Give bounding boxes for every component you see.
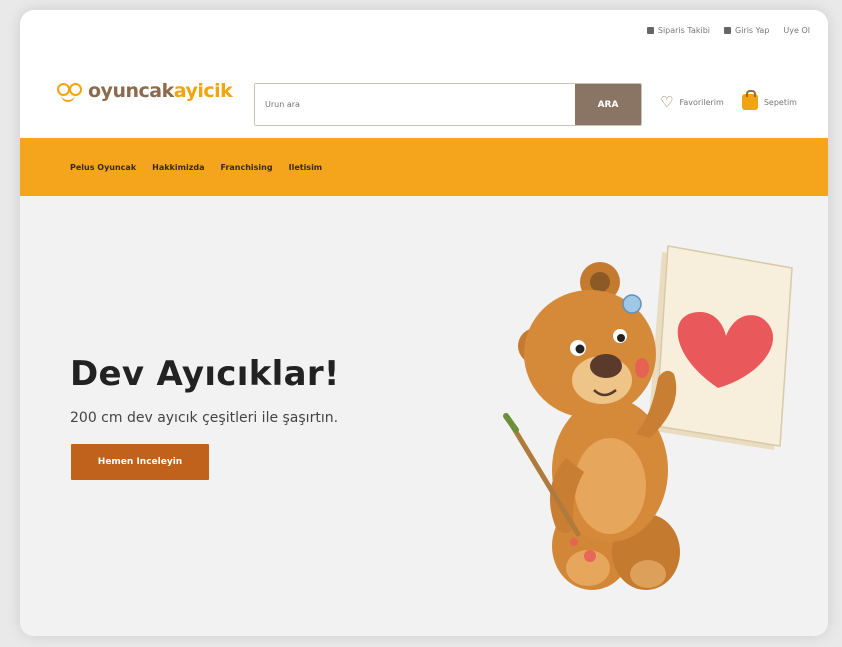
search-bar: ARA — [254, 83, 642, 126]
page-frame: Siparis Takibi Giris Yap Uye Ol oyuncaka… — [20, 10, 828, 636]
header-actions: ♡ Favorilerim Sepetim — [660, 90, 797, 111]
logo-face-icon — [56, 80, 82, 102]
header: oyuncakayicik ARA ♡ Favorilerim Sepetim — [20, 72, 828, 126]
login-link[interactable]: Giris Yap — [724, 26, 769, 35]
hero-subtitle: 200 cm dev ayıcık çeşitleri ile şaşırtın… — [70, 410, 339, 426]
truck-icon — [646, 27, 654, 34]
user-icon — [724, 27, 731, 34]
favorites-label: Favorilerim — [679, 97, 724, 107]
nav-item-pelus-oyuncak[interactable]: Pelus Oyuncak — [70, 163, 136, 172]
bear-figure — [503, 262, 680, 590]
main-nav: Pelus Oyuncak Hakkimizda Franchising Ile… — [20, 138, 828, 196]
cart-link[interactable]: Sepetim — [741, 90, 797, 110]
nav-item-iletisim[interactable]: Iletisim — [289, 163, 323, 172]
search-input[interactable] — [255, 84, 575, 125]
cart-label: Sepetim — [763, 97, 797, 107]
heart-card-image — [648, 245, 793, 450]
heart-icon: ♡ — [660, 92, 674, 111]
login-label: Giris Yap — [735, 26, 770, 35]
hero-cta-button[interactable]: Hemen Inceleyin — [71, 444, 209, 480]
search-button[interactable]: ARA — [575, 84, 641, 125]
site-logo[interactable]: oyuncakayicik — [56, 80, 233, 102]
hero-title: Dev Ayıcıklar! — [70, 354, 340, 394]
hero-banner: Dev Ayıcıklar! 200 cm dev ayıcık çeşitle… — [20, 196, 828, 636]
nav-item-hakkimizda[interactable]: Hakkimizda — [152, 163, 204, 172]
register-link[interactable]: Uye Ol — [783, 26, 810, 35]
logo-text: oyuncakayicik — [88, 80, 233, 102]
shopping-bag-icon — [741, 90, 758, 110]
teddy-bear-illustration — [503, 245, 793, 590]
order-tracking-link[interactable]: Siparis Takibi — [646, 26, 710, 35]
register-label: Uye Ol — [783, 26, 810, 35]
top-utility-bar: Siparis Takibi Giris Yap Uye Ol — [646, 26, 810, 35]
order-tracking-label: Siparis Takibi — [657, 26, 710, 35]
favorites-link[interactable]: ♡ Favorilerim — [660, 92, 724, 111]
nav-item-franchising[interactable]: Franchising — [220, 163, 272, 172]
